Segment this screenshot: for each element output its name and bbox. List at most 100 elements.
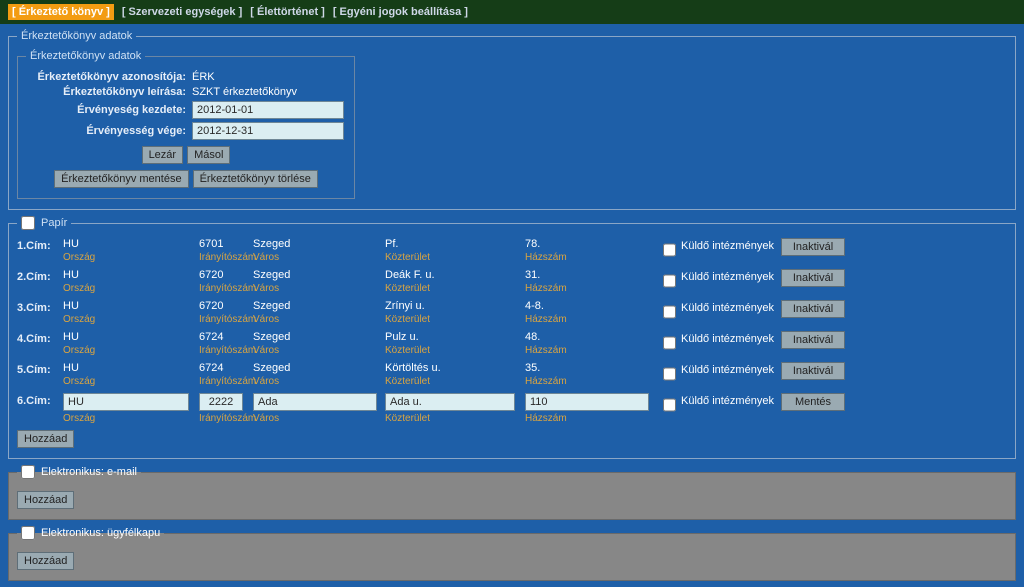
- hazsz-input[interactable]: [525, 393, 649, 411]
- kuldo-checkbox[interactable]: [663, 305, 676, 319]
- nav-item-elettortenet[interactable]: [ Élettörténet ]: [250, 6, 325, 18]
- address-cell-hint: Irányítószám: [199, 345, 251, 356]
- kuldo-checkbox-cell: [659, 362, 679, 384]
- save-book-button[interactable]: Érkeztetőkönyv mentése: [54, 170, 188, 188]
- address-cell-value: Szeged: [253, 331, 383, 343]
- address-cell: Pf. Közterület: [385, 238, 523, 263]
- save-row-button[interactable]: Mentés: [781, 393, 845, 411]
- address-cell-hint: Irányítószám: [199, 252, 251, 263]
- address-cell-value: HU: [63, 238, 197, 250]
- address-cell-hint: Ország: [63, 345, 197, 356]
- nav-item-jogok[interactable]: [ Egyéni jogok beállítása ]: [333, 6, 468, 18]
- address-cell-value: Körtöltés u.: [385, 362, 523, 374]
- book-end-input[interactable]: [192, 122, 344, 140]
- inactivate-row-button[interactable]: Inaktivál: [781, 238, 845, 256]
- email-add-button[interactable]: Hozzáad: [17, 491, 74, 509]
- address-cell-value: 48.: [525, 331, 657, 343]
- close-button[interactable]: Lezár: [142, 146, 184, 164]
- address-cell: HU Ország: [63, 362, 197, 387]
- address-cell-hint: Irányítószám: [199, 413, 251, 424]
- email-legend-text: Elektronikus: e-mail: [41, 466, 137, 478]
- kuldo-checkbox[interactable]: [663, 243, 676, 257]
- address-cell: HUOrszág: [63, 300, 197, 325]
- irsz-input[interactable]: [199, 393, 243, 411]
- kuldo-checkbox[interactable]: [663, 274, 676, 288]
- address-cell-value: Szeged: [253, 269, 383, 281]
- address-cell-hint: Irányítószám: [199, 376, 251, 387]
- paper-legend-checkbox[interactable]: [21, 216, 35, 230]
- kozt-input[interactable]: [385, 393, 515, 411]
- email-legend-checkbox[interactable]: [21, 465, 35, 479]
- address-cell-hint: Házszám: [525, 252, 657, 263]
- kuldo-checkbox[interactable]: [663, 398, 676, 412]
- orszag-input[interactable]: [63, 393, 189, 411]
- address-cell-hint: Ország: [63, 413, 197, 424]
- address-cell-value: 31.: [525, 269, 657, 281]
- paper-add-button[interactable]: Hozzáad: [17, 430, 74, 448]
- address-cell-value: HU: [63, 269, 197, 281]
- inactivate-row-button[interactable]: Inaktivál: [781, 300, 845, 318]
- address-cell-value: Szeged: [253, 300, 383, 312]
- address-cell: 78.Házszám: [525, 238, 657, 263]
- address-cell-value: 6720: [199, 269, 251, 281]
- kuldo-label: Küldő intézmények: [681, 393, 779, 407]
- address-cell: 6724Irányítószám: [199, 331, 251, 356]
- address-row-label: 5.Cím:: [17, 362, 61, 376]
- copy-button[interactable]: Másol: [187, 146, 230, 164]
- address-cell: Deák F. u. Közterület: [385, 269, 523, 294]
- varos-input[interactable]: [253, 393, 377, 411]
- kuldo-checkbox[interactable]: [663, 336, 676, 350]
- address-cell: Zrínyi u. Közterület: [385, 300, 523, 325]
- kuldo-checkbox[interactable]: [663, 367, 676, 381]
- top-nav: [ Érkeztető könyv ] [ Szervezeti egysége…: [0, 0, 1024, 24]
- address-cell: HUOrszág: [63, 269, 197, 294]
- address-cell-value: Pf.: [385, 238, 523, 250]
- inactivate-row-button[interactable]: Inaktivál: [781, 269, 845, 287]
- address-row-label: 2.Cím:: [17, 269, 61, 283]
- address-cell-hint: Közterület: [385, 413, 523, 424]
- delete-book-button[interactable]: Érkeztetőkönyv törlése: [193, 170, 318, 188]
- ugyfelkapu-legend: Elektronikus: ügyfélkapu: [17, 526, 164, 540]
- address-cell: Város: [253, 393, 383, 424]
- address-cell: Közterület: [385, 393, 523, 424]
- address-cell-hint: Közterület: [385, 283, 523, 294]
- inactivate-row-button[interactable]: Inaktivál: [781, 362, 845, 380]
- book-desc-label: Érkeztetőkönyv leírása:: [26, 86, 186, 98]
- address-cell-hint: Házszám: [525, 345, 657, 356]
- address-cell-hint: Közterület: [385, 252, 523, 263]
- address-cell-value: HU: [63, 300, 197, 312]
- address-cell-value: Pulz u.: [385, 331, 523, 343]
- nav-item-erkezteto[interactable]: [ Érkeztető könyv ]: [8, 4, 114, 20]
- address-cell-value: HU: [63, 362, 197, 374]
- address-cell-hint: Város: [253, 252, 383, 263]
- address-cell: Irányítószám: [199, 393, 251, 424]
- book-inner-legend: Érkeztetőkönyv adatok: [26, 50, 145, 62]
- kuldo-checkbox-cell: [659, 393, 679, 415]
- kuldo-label: Küldő intézmények: [681, 300, 779, 314]
- inactivate-row-button[interactable]: Inaktivál: [781, 331, 845, 349]
- address-cell: SzegedVáros: [253, 269, 383, 294]
- address-cell-value: Zrínyi u.: [385, 300, 523, 312]
- book-start-input[interactable]: [192, 101, 344, 119]
- address-row: 1.Cím:HUOrszág6701IrányítószámSzegedVáro…: [17, 238, 1007, 263]
- ugyfelkapu-add-button[interactable]: Hozzáad: [17, 552, 74, 570]
- address-cell-hint: Város: [253, 345, 383, 356]
- address-cell: Pulz u. Közterület: [385, 331, 523, 356]
- address-cell-value: Deák F. u.: [385, 269, 523, 281]
- address-cell: HU Ország: [63, 238, 197, 263]
- email-fieldset: Elektronikus: e-mail Hozzáad: [8, 465, 1016, 520]
- ugyfelkapu-legend-checkbox[interactable]: [21, 526, 35, 540]
- address-row-label: 6.Cím:: [17, 393, 61, 407]
- address-cell: 6724Irányítószám: [199, 362, 251, 387]
- address-cell-hint: Ország: [63, 252, 197, 263]
- row-button-cell: Inaktivál: [781, 362, 851, 380]
- address-cell-value: Szeged: [253, 238, 383, 250]
- address-cell-hint: Házszám: [525, 413, 657, 424]
- address-cell: Szeged Város: [253, 238, 383, 263]
- email-legend: Elektronikus: e-mail: [17, 465, 141, 479]
- nav-item-szervezeti[interactable]: [ Szervezeti egységek ]: [122, 6, 242, 18]
- address-cell-hint: Ország: [63, 376, 197, 387]
- address-cell-hint: Közterület: [385, 345, 523, 356]
- address-cell: 48. Házszám: [525, 331, 657, 356]
- address-cell-hint: Közterület: [385, 314, 523, 325]
